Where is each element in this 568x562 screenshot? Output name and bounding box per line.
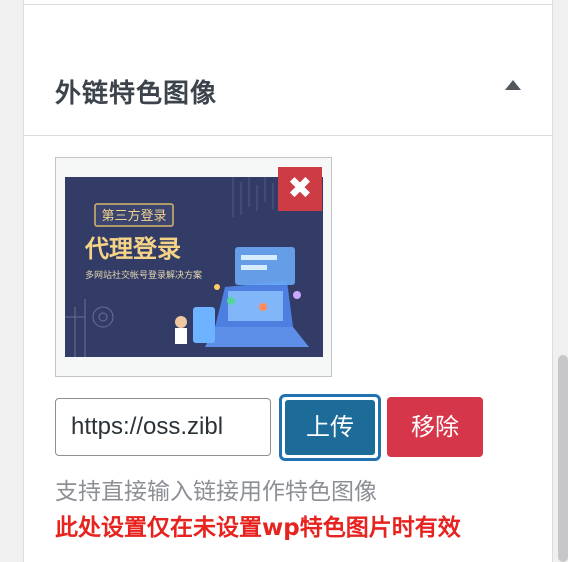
- image-preview-frame: 第三方登录 代理登录 多网站社交帐号登录解决方案 ✖: [55, 157, 332, 377]
- collapse-toggle-button[interactable]: [496, 68, 530, 102]
- image-headline-text: 代理登录: [84, 235, 181, 263]
- upload-button-label: 上传: [285, 400, 375, 455]
- featured-image-metabox: 外链特色图像 第三方登录 代理登录 多网站社交帐号登录解决方案 ✖ https:…: [23, 0, 553, 562]
- image-subline-text: 多网站社交帐号登录解决方案: [85, 269, 202, 281]
- upload-button[interactable]: 上传: [279, 394, 381, 461]
- warning-text: 此处设置仅在未设置wp特色图片时有效: [55, 515, 461, 541]
- metabox-header: 外链特色图像: [24, 5, 552, 136]
- triangle-up-icon: [505, 80, 521, 90]
- image-badge-text: 第三方登录: [101, 208, 166, 224]
- hint-text: 支持直接输入链接用作特色图像: [55, 479, 377, 505]
- remove-button[interactable]: 移除: [387, 397, 483, 457]
- page-scrollbar[interactable]: [558, 355, 568, 562]
- metabox-title: 外链特色图像: [55, 79, 218, 109]
- remove-image-button[interactable]: ✖: [278, 167, 322, 211]
- image-url-input[interactable]: [55, 398, 271, 456]
- close-icon: ✖: [287, 171, 313, 206]
